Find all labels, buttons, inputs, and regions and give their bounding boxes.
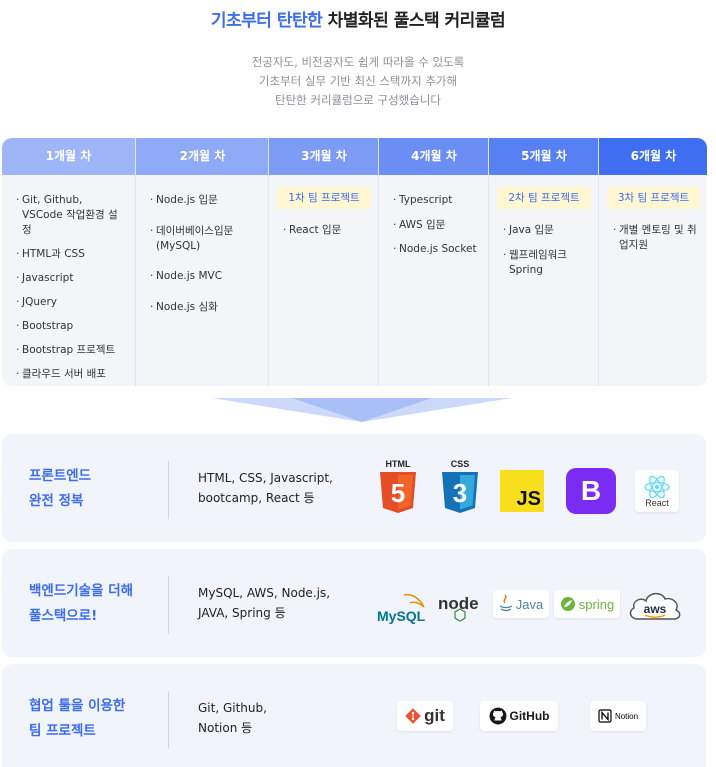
frontend-card: 프론트엔드 완전 정복 HTML, CSS, Javascript, bootc… <box>2 434 706 542</box>
nodejs-icon: node <box>438 592 484 626</box>
month-topics: 1차 팀 프로젝트 React 입문 <box>269 175 379 238</box>
topic-item: 데이버베이스입문 (MySQL) <box>136 224 269 254</box>
topic-item: HTML과 CSS <box>2 247 135 262</box>
card-title: 백엔드기술을 더해 풀스택으로! <box>29 579 133 629</box>
svg-text:HTML: HTML <box>386 459 411 469</box>
backend-card: 백엔드기술을 더해 풀스택으로! MySQL, AWS, Node.js, JA… <box>2 549 706 657</box>
topic-item: Bootstrap <box>2 319 135 334</box>
java-logo-text: Java <box>515 596 544 612</box>
month-header: 6개월 차 <box>599 138 707 175</box>
topic-item: Node.js 심화 <box>136 300 269 315</box>
topic-item: JQuery <box>2 295 135 310</box>
subtitle-line: 전공자도, 비전공자도 쉽게 따라올 수 있도록 <box>251 55 465 69</box>
java-icon: Java <box>493 590 549 618</box>
card-desc-line: Git, Github, <box>198 701 267 715</box>
team-project-badge: 2차 팀 프로젝트 <box>497 187 591 209</box>
topic-item: 클라우드 서버 배포 <box>2 367 135 382</box>
month-column: 1개월 차 Git, Github, VSCode 작업환경 설정 HTML과 CS… <box>2 138 135 386</box>
html5-icon: HTML 5 <box>376 458 420 518</box>
card-description: HTML, CSS, Javascript, bootcamp, React 등 <box>198 468 333 508</box>
aws-icon: aws <box>626 587 684 627</box>
card-description: Git, Github, Notion 등 <box>198 698 267 738</box>
topic-item: Java 입문 <box>489 223 599 238</box>
funnel-arrow-inner <box>292 398 432 422</box>
card-divider <box>168 461 169 519</box>
card-divider <box>168 576 169 634</box>
topic-item: 웹프레임워크 Spring <box>489 248 599 278</box>
card-desc-line: MySQL, AWS, Node.js, <box>198 586 331 600</box>
page-subtitle: 전공자도, 비전공자도 쉽게 따라올 수 있도록 기초부터 실무 기반 최신 스… <box>0 53 716 110</box>
card-title: 프론트엔드 완전 정복 <box>29 464 91 514</box>
card-desc-line: Notion 등 <box>198 721 253 735</box>
topic-item: Bootstrap 프로젝트 <box>2 343 135 358</box>
svg-text:3: 3 <box>453 478 467 508</box>
month-topics: 2차 팀 프로젝트 Java 입문웹프레임워크 Spring <box>489 175 599 278</box>
css3-icon: CSS 3 <box>438 458 482 518</box>
topic-item: 개별 멘토링 및 취업지원 <box>599 223 707 253</box>
card-title-line: 완전 정복 <box>29 493 84 509</box>
card-desc-line: bootcamp, React 등 <box>198 491 315 505</box>
bootstrap-logo-text: B <box>580 475 602 506</box>
topic-item: AWS 입문 <box>379 218 489 233</box>
card-divider <box>168 691 169 749</box>
topic-item: Node.js Socket <box>379 242 489 257</box>
react-logo-text: React <box>645 497 669 508</box>
card-title-line: 풀스택으로! <box>29 608 98 624</box>
notion-logo-text: Notion <box>614 711 639 721</box>
month-topics: 3차 팀 프로젝트개별 멘토링 및 취업지원 <box>599 175 707 253</box>
react-icon: React <box>635 470 679 512</box>
topic-item: Node.js MVC <box>136 269 269 284</box>
svg-text:MySQL: MySQL <box>377 608 426 624</box>
month-topics: Typescript AWS 입문 Node.js Socket <box>379 175 489 257</box>
month-column: 2개월 차 Node.js 입문데이버베이스입문 (MySQL) Node.js M… <box>135 138 269 386</box>
subtitle-line: 기초부터 실무 기반 최신 스택까지 추가해 <box>258 74 458 88</box>
topic-item: Node.js 입문 <box>136 193 269 208</box>
month-column: 4개월 차 Typescript AWS 입문 Node.js Socket <box>378 138 489 386</box>
javascript-icon: JS <box>500 470 544 512</box>
card-title-line: 백엔드기술을 더해 <box>29 583 134 599</box>
month-column: 6개월 차3차 팀 프로젝트개별 멘토링 및 취업지원 <box>598 138 707 386</box>
svg-text:5: 5 <box>391 478 405 508</box>
spring-logo-text: spring <box>578 596 615 612</box>
month-header: 4개월 차 <box>379 138 489 175</box>
month-header: 3개월 차 <box>269 138 379 175</box>
month-topics: Git, Github, VSCode 작업환경 설정 HTML과 CSS Java… <box>2 175 135 382</box>
spring-icon: spring <box>554 590 620 618</box>
topic-item: React 입문 <box>269 223 379 238</box>
js-logo-text: JS <box>516 488 541 510</box>
card-title-line: 협업 툴을 이용한 <box>29 698 126 714</box>
card-description: MySQL, AWS, Node.js, JAVA, Spring 등 <box>198 583 330 623</box>
git-logo-text: git <box>424 706 445 725</box>
collaboration-card: 협업 툴을 이용한 팀 프로젝트 Git, Github, Notion 등 g… <box>2 664 706 767</box>
git-icon: git <box>397 701 453 731</box>
title-rest: 차별화된 풀스택 커리큘럼 <box>322 11 506 31</box>
card-title-line: 프론트엔드 <box>29 468 92 484</box>
month-header: 5개월 차 <box>489 138 599 175</box>
month-column: 5개월 차 2차 팀 프로젝트 Java 입문웹프레임워크 Spring <box>488 138 599 386</box>
topic-item: Git, Github, VSCode 작업환경 설정 <box>2 193 135 238</box>
team-project-badge: 3차 팀 프로젝트 <box>607 187 700 209</box>
topic-item: Javascript <box>2 271 135 286</box>
bootstrap-icon: B <box>566 468 616 514</box>
github-icon: GitHub <box>480 701 558 731</box>
github-logo-text: GitHub <box>509 709 550 723</box>
curriculum-table: 1개월 차 Git, Github, VSCode 작업환경 설정 HTML과 CS… <box>2 138 707 386</box>
card-title: 협업 툴을 이용한 팀 프로젝트 <box>29 694 125 744</box>
month-header: 2개월 차 <box>136 138 269 175</box>
svg-text:CSS: CSS <box>451 459 470 469</box>
notion-icon: Notion <box>590 701 646 731</box>
month-column: 3개월 차 1차 팀 프로젝트 React 입문 <box>268 138 379 386</box>
card-title-line: 팀 프로젝트 <box>29 723 96 739</box>
topic-item: Typescript <box>379 193 489 208</box>
month-topics: Node.js 입문데이버베이스입문 (MySQL) Node.js MVC Nod… <box>136 175 269 315</box>
page-title: 기초부터 탄탄한 차별화된 풀스택 커리큘럼 <box>0 6 716 31</box>
team-project-badge: 1차 팀 프로젝트 <box>277 187 371 209</box>
card-desc-line: JAVA, Spring 등 <box>198 606 286 620</box>
card-desc-line: HTML, CSS, Javascript, <box>198 471 333 485</box>
svg-text:aws: aws <box>644 602 667 616</box>
title-highlight: 기초부터 탄탄한 <box>210 11 323 31</box>
subtitle-line: 탄탄한 커리큘럼으로 구성했습니다 <box>274 93 441 107</box>
month-header: 1개월 차 <box>2 138 135 175</box>
mysql-icon: MySQL <box>376 591 428 629</box>
